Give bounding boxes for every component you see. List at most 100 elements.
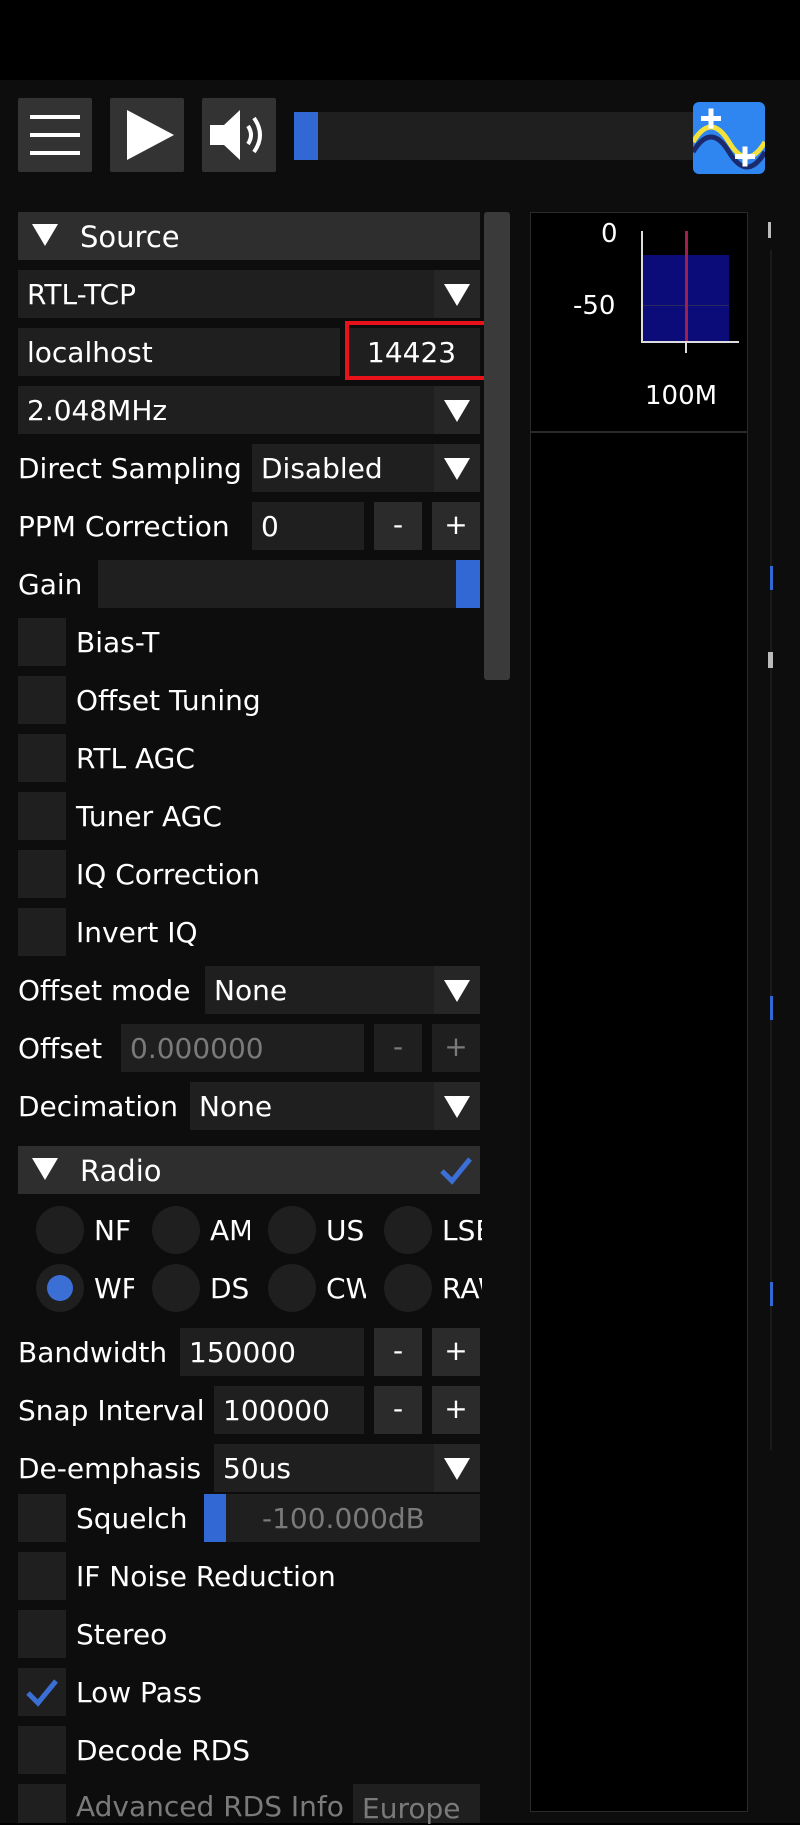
checkbox-label: Tuner AGC — [76, 800, 222, 833]
edge-glyph — [768, 652, 773, 668]
play-button[interactable] — [110, 98, 184, 172]
checkbox-decode-rds[interactable] — [18, 1726, 66, 1774]
hamburger-menu-icon — [30, 115, 80, 155]
mode-radio-raw[interactable] — [384, 1264, 432, 1312]
offset-increment-button[interactable]: + — [432, 1024, 480, 1072]
bandwidth-decrement-button[interactable]: - — [374, 1328, 422, 1376]
mode-radio-am[interactable] — [152, 1206, 200, 1254]
checkbox-stereo[interactable] — [18, 1610, 66, 1658]
rds-region-select[interactable]: Europe — [353, 1784, 480, 1825]
collapse-triangle-icon — [32, 1158, 58, 1180]
host-value: localhost — [27, 336, 153, 369]
edge-slider-knob[interactable] — [770, 1282, 773, 1306]
source-title: Source — [80, 220, 180, 254]
checkbox-if-noise-reduction[interactable] — [18, 1552, 66, 1600]
mode-label: DS — [210, 1272, 250, 1305]
checkbox-tuner-agc[interactable] — [18, 792, 66, 840]
snap-increment-button[interactable]: + — [432, 1386, 480, 1434]
source-section-header[interactable]: Source — [18, 212, 480, 260]
waterfall-display[interactable] — [530, 432, 748, 1812]
mode-radio-usb[interactable] — [268, 1206, 316, 1254]
snap-decrement-button[interactable]: - — [374, 1386, 422, 1434]
checkbox-invert-iq[interactable] — [18, 908, 66, 956]
mode-radio-cw[interactable] — [268, 1264, 316, 1312]
edge-slider-knob[interactable] — [770, 566, 773, 590]
ppm-value: 0 — [261, 510, 279, 543]
mode-label: CW — [326, 1272, 366, 1305]
fft-tuning-line — [685, 231, 688, 341]
edge-slider-knob[interactable] — [770, 996, 773, 1020]
sdrpp-logo-icon[interactable] — [693, 102, 765, 174]
rds-region-value: Europe — [362, 1792, 461, 1825]
gain-slider[interactable] — [98, 560, 480, 608]
squelch-checkbox[interactable] — [18, 1494, 66, 1542]
checkbox-label: Invert IQ — [76, 916, 198, 949]
edge-glyph — [768, 222, 771, 238]
checkbox-iq-correction[interactable] — [18, 850, 66, 898]
checkbox-offset-tuning[interactable] — [18, 676, 66, 724]
speaker-volume-icon — [210, 110, 262, 160]
direct-sampling-label: Direct Sampling — [18, 452, 242, 485]
volume-slider-knob[interactable] — [294, 112, 318, 160]
mode-radio-wf[interactable] — [36, 1264, 84, 1312]
mode-label: USB — [326, 1214, 366, 1247]
fft-freq-label: 100M — [645, 381, 718, 411]
volume-slider[interactable] — [294, 112, 694, 160]
ppm-input[interactable]: 0 — [252, 502, 364, 550]
offset-mode-label: Offset mode — [18, 974, 191, 1007]
sample-rate-value: 2.048MHz — [27, 394, 168, 427]
offset-input[interactable]: 0.000000 — [121, 1024, 364, 1072]
checkbox-label: IF Noise Reduction — [76, 1560, 336, 1593]
host-input[interactable]: localhost — [18, 328, 340, 376]
menu-button[interactable] — [18, 98, 92, 172]
fft-display[interactable]: 0 -50 100M — [530, 212, 748, 432]
checkmark-icon — [26, 1679, 58, 1707]
bandwidth-input[interactable]: 150000 — [180, 1328, 364, 1376]
squelch-slider-knob[interactable] — [204, 1494, 226, 1542]
mute-button[interactable] — [202, 98, 276, 172]
deemphasis-select[interactable]: 50us — [214, 1444, 480, 1492]
radio-section-header[interactable]: Radio — [18, 1146, 432, 1194]
ppm-increment-button[interactable]: + — [432, 502, 480, 550]
checkbox-bias-t[interactable] — [18, 618, 66, 666]
fft-tick-0: 0 — [601, 219, 618, 249]
advanced-rds-label: Advanced RDS Info — [76, 1790, 344, 1823]
squelch-slider[interactable]: -100.000dB — [204, 1494, 480, 1542]
offset-decrement-button[interactable]: - — [374, 1024, 422, 1072]
checkbox-label: Bias-T — [76, 626, 160, 659]
ppm-decrement-button[interactable]: - — [374, 502, 422, 550]
checkbox-label: Decode RDS — [76, 1734, 251, 1767]
chevron-down-icon — [434, 386, 480, 434]
snap-interval-label: Snap Interval — [18, 1394, 205, 1427]
offset-label: Offset — [18, 1032, 103, 1065]
fft-x-tick — [685, 341, 687, 353]
snap-interval-input[interactable]: 100000 — [214, 1386, 364, 1434]
snap-interval-value: 100000 — [223, 1394, 330, 1427]
play-icon — [127, 110, 174, 160]
radio-enable-checkbox[interactable] — [432, 1146, 480, 1194]
collapse-triangle-icon — [32, 224, 58, 246]
deemphasis-label: De-emphasis — [18, 1452, 202, 1485]
fft-tick-50: -50 — [573, 291, 616, 321]
checkbox-label: Stereo — [76, 1618, 168, 1651]
mode-radio-ds[interactable] — [152, 1264, 200, 1312]
mode-label: NF — [94, 1214, 132, 1247]
checkbox-low-pass[interactable] — [18, 1668, 66, 1716]
chevron-down-icon — [434, 1444, 480, 1492]
mode-label: RAW — [442, 1272, 482, 1305]
bandwidth-value: 150000 — [189, 1336, 296, 1369]
mode-radio-lsb[interactable] — [384, 1206, 432, 1254]
fft-x-axis — [641, 341, 739, 343]
source-type-select[interactable]: RTL-TCP — [18, 270, 480, 318]
direct-sampling-select[interactable]: Disabled — [252, 444, 480, 492]
offset-mode-select[interactable]: None — [205, 966, 480, 1014]
panel-scrollbar-thumb[interactable] — [484, 212, 510, 680]
sample-rate-select[interactable]: 2.048MHz — [18, 386, 480, 434]
gain-slider-knob[interactable] — [456, 560, 480, 608]
decimation-select[interactable]: None — [190, 1082, 480, 1130]
bandwidth-increment-button[interactable]: + — [432, 1328, 480, 1376]
advanced-rds-checkbox[interactable] — [18, 1784, 66, 1823]
mode-radio-nf[interactable] — [36, 1206, 84, 1254]
checkbox-rtl-agc[interactable] — [18, 734, 66, 782]
checkbox-label: IQ Correction — [76, 858, 261, 891]
